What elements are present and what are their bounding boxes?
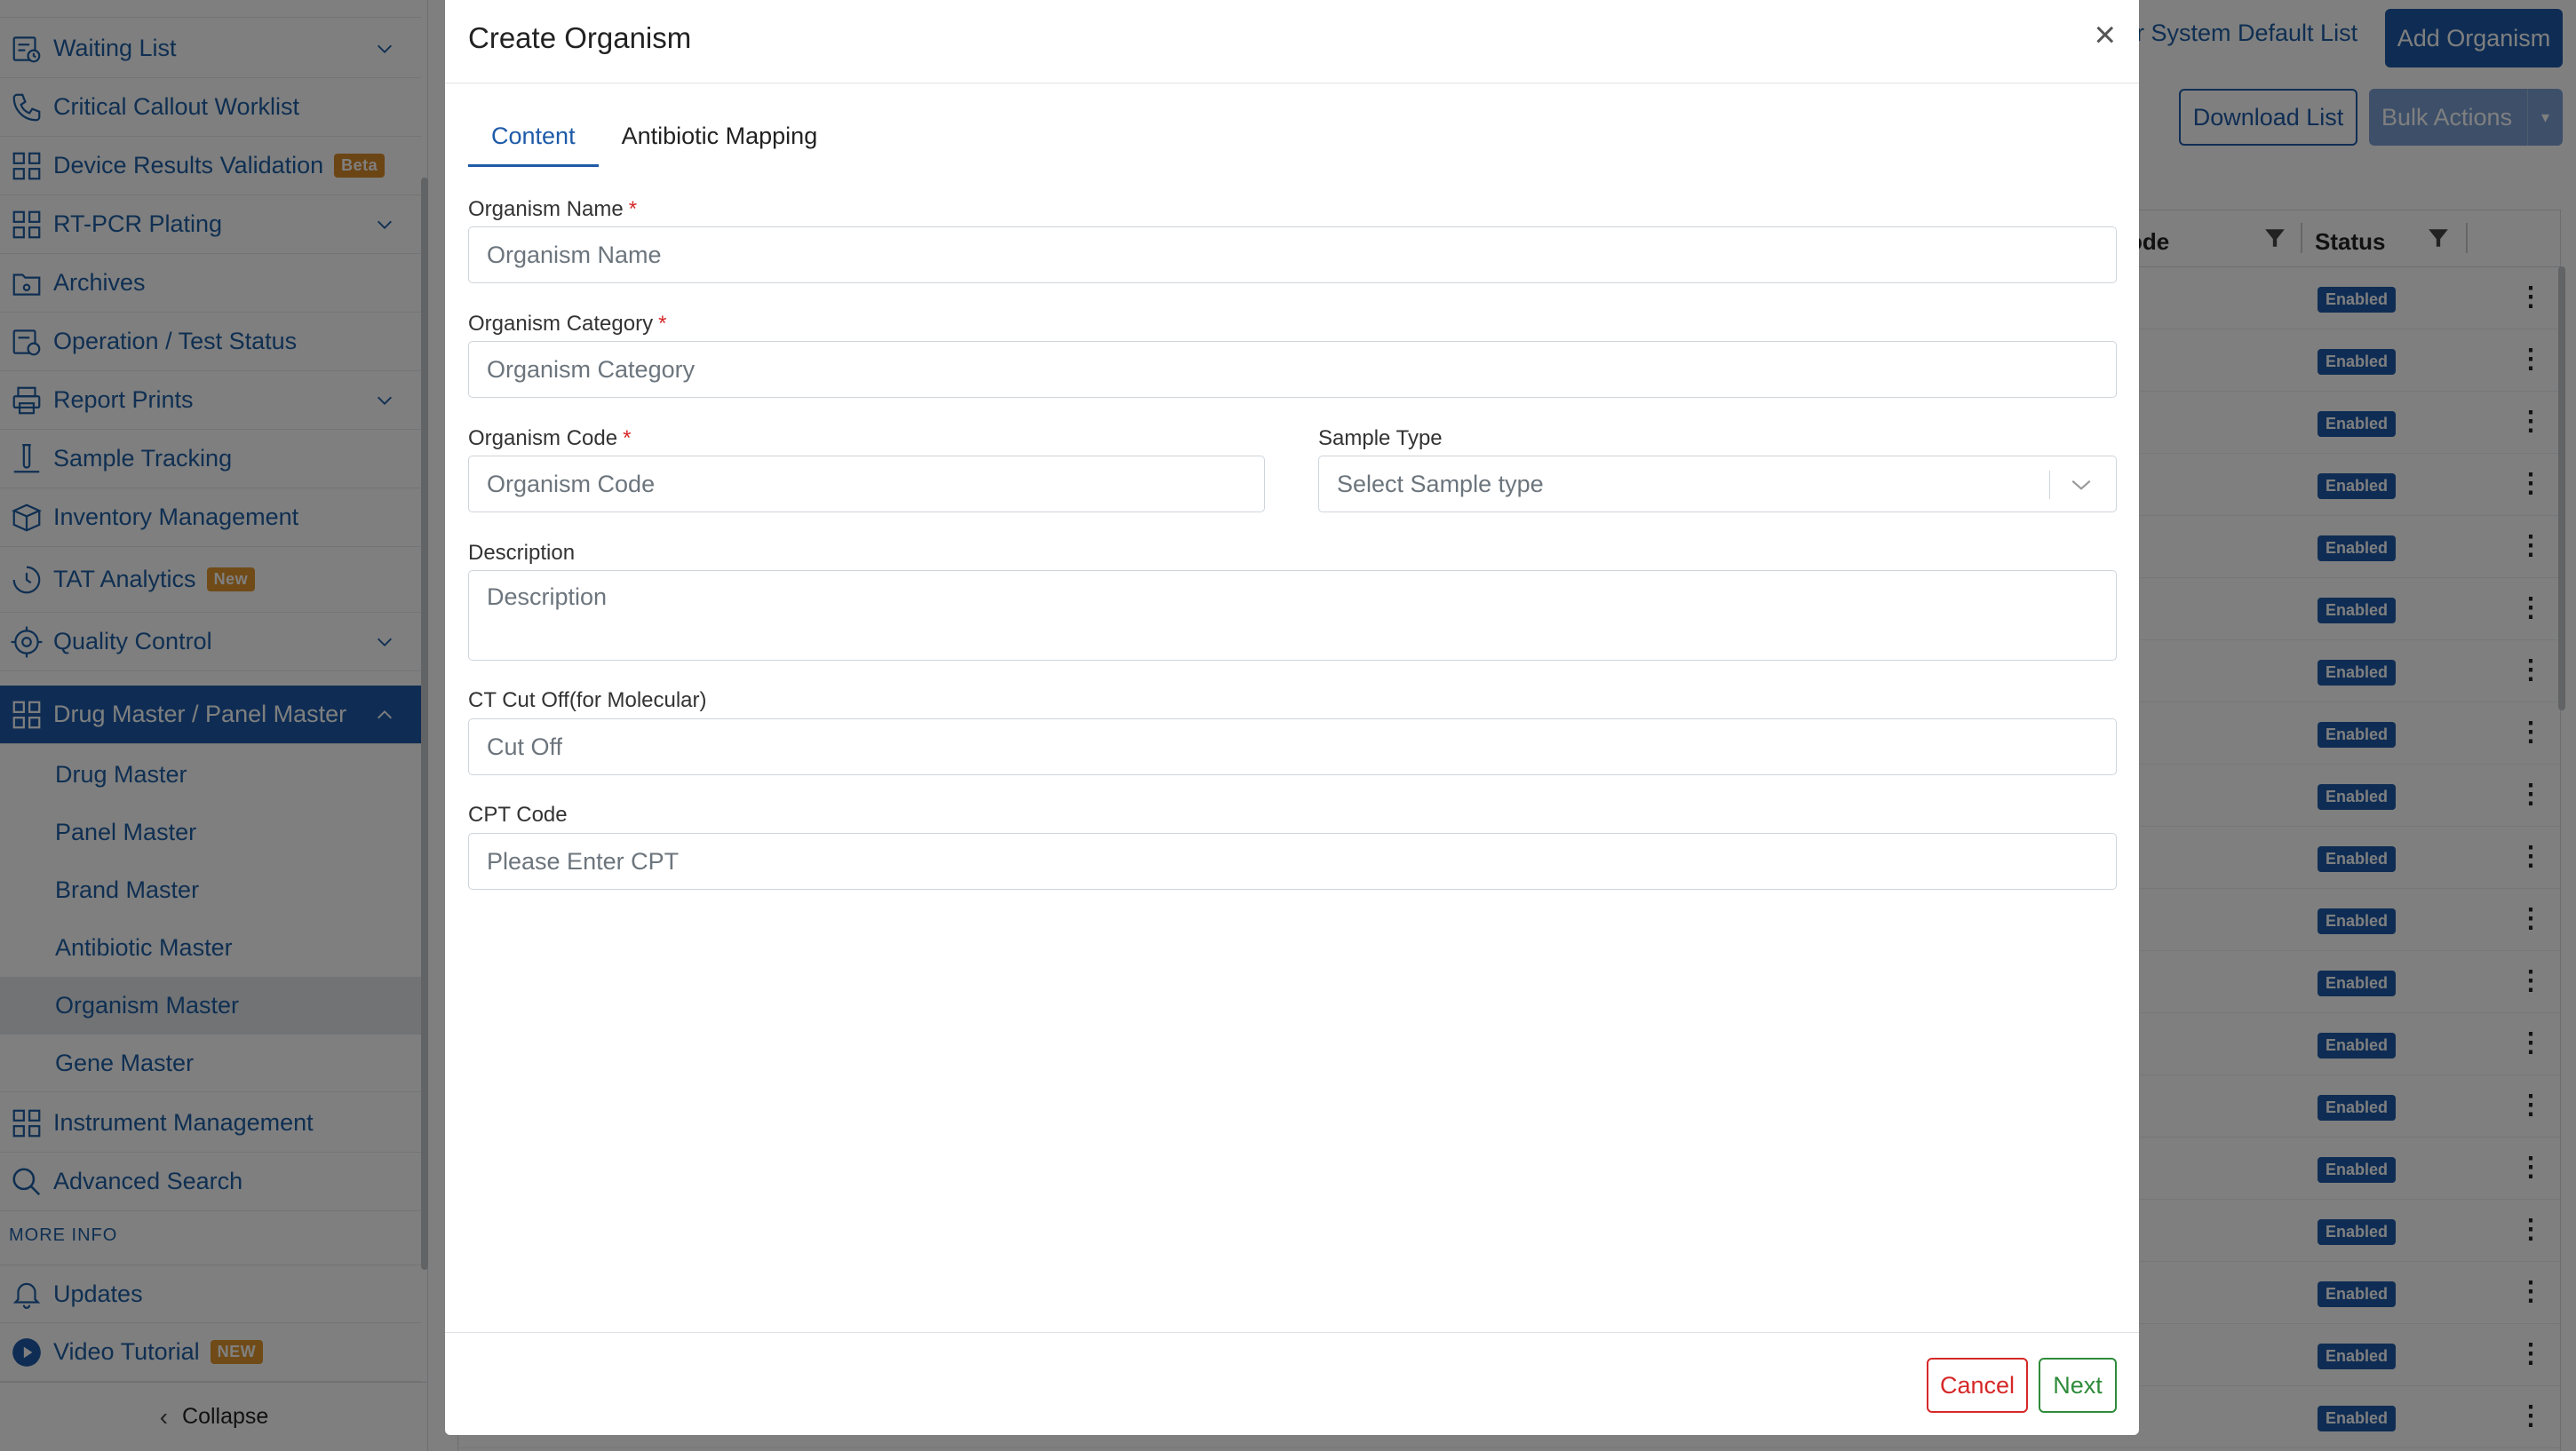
organism-name-label-text: Organism Name (468, 197, 624, 221)
organism-name-input[interactable] (468, 226, 2117, 283)
chevron-down-icon[interactable] (2070, 476, 2093, 494)
required-marker: * (658, 312, 667, 336)
tab-content[interactable]: Content (468, 110, 599, 167)
modal-tabs: Content Antibiotic Mapping (468, 110, 840, 167)
cpt-code-label: CPT Code (468, 803, 568, 827)
sample-type-label: Sample Type (1318, 426, 1443, 450)
ct-cutoff-label: CT Cut Off(for Molecular) (468, 688, 707, 712)
description-textarea[interactable] (468, 570, 2117, 661)
next-button[interactable]: Next (2039, 1358, 2117, 1413)
required-marker: * (628, 197, 638, 221)
modal-footer: Cancel Next (445, 1332, 2139, 1435)
cpt-code-input[interactable] (468, 833, 2117, 890)
sample-type-select[interactable]: Select Sample type (1318, 456, 2117, 512)
create-organism-modal: Create Organism × Content Antibiotic Map… (445, 0, 2139, 1435)
organism-code-label: Organism Code * (468, 426, 631, 451)
description-label: Description (468, 541, 576, 565)
organism-category-label-text: Organism Category (468, 312, 654, 336)
organism-name-label: Organism Name * (468, 197, 637, 222)
sample-type-placeholder: Select Sample type (1337, 470, 1544, 497)
organism-code-input[interactable] (468, 456, 1265, 512)
organism-code-label-text: Organism Code (468, 426, 618, 450)
organism-category-input[interactable] (468, 341, 2117, 398)
modal-header: Create Organism × (445, 0, 2139, 83)
organism-category-label: Organism Category * (468, 312, 666, 337)
cancel-button[interactable]: Cancel (1927, 1358, 2028, 1413)
required-marker: * (623, 426, 632, 450)
close-icon[interactable]: × (2094, 16, 2116, 53)
tab-antibiotic-mapping[interactable]: Antibiotic Mapping (599, 110, 841, 167)
ct-cutoff-input[interactable] (468, 718, 2117, 775)
modal-title: Create Organism (468, 21, 692, 54)
select-divider (2049, 471, 2050, 499)
